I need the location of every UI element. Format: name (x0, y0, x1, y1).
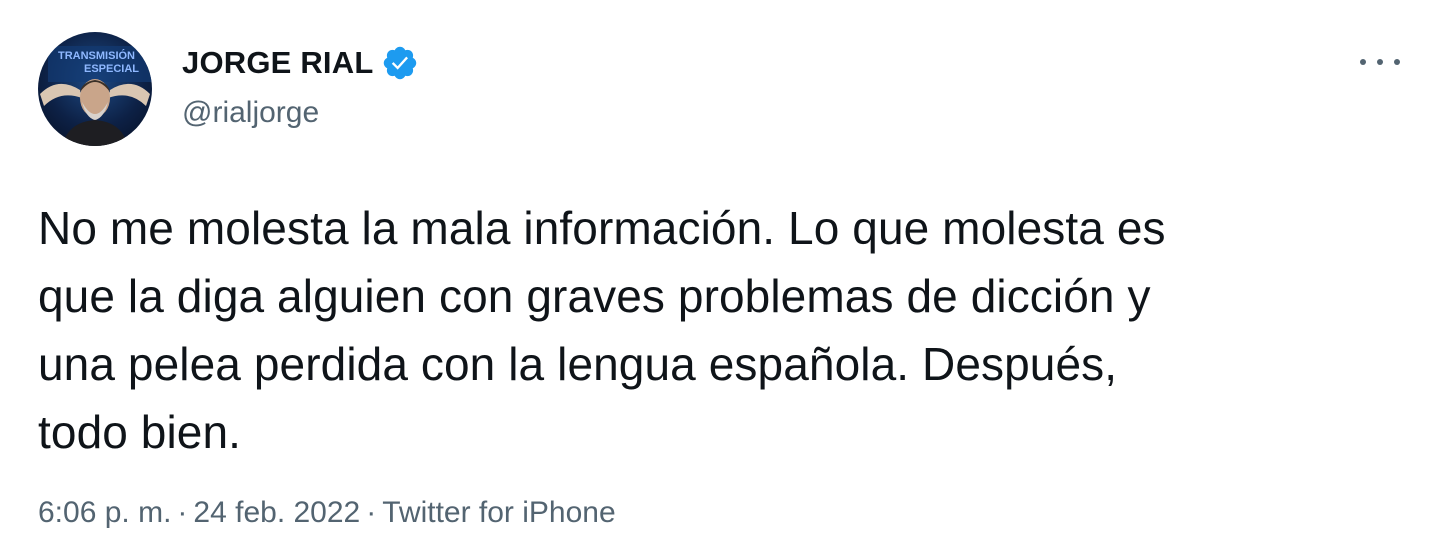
tweet-meta: 6:06 p. m. · 24 feb. 2022 · Twitter for iPho… (38, 496, 616, 530)
avatar-banner-line-2: ESPECIAL (84, 63, 139, 75)
tweet-card: TRANSMISIÓN ESPECIAL JORGE RIAL @rialjor… (0, 0, 1440, 538)
tweet-time-link[interactable]: 6:06 p. m. · 24 feb. 2022 (38, 496, 360, 529)
tweet-source-link[interactable]: Twitter for iPhone (382, 496, 615, 529)
tweet-text-line: todo bien. (38, 406, 242, 458)
author-name-row[interactable]: JORGE RIAL (182, 44, 419, 82)
tweet-time: 6:06 p. m. (38, 496, 172, 529)
more-dot (1394, 59, 1400, 65)
verified-badge-icon (381, 44, 419, 82)
tweet-text-line: una pelea perdida con la lengua española… (38, 338, 1118, 390)
meta-separator: · (177, 496, 188, 529)
more-dot (1360, 59, 1366, 65)
tweet-text-line: que la diga alguien con graves problemas… (38, 270, 1151, 322)
tweet-text-line: No me molesta la mala información. Lo qu… (38, 202, 1166, 254)
tweet-date: 24 feb. 2022 (193, 496, 361, 529)
tweet-text: No me molesta la mala información. Lo qu… (38, 194, 1408, 466)
avatar-image: TRANSMISIÓN ESPECIAL (40, 46, 152, 146)
more-options-icon[interactable] (1360, 50, 1400, 74)
meta-separator: · (366, 496, 377, 529)
author-handle[interactable]: @rialjorge (182, 96, 319, 130)
more-dot (1377, 59, 1383, 65)
avatar-banner-line-1: TRANSMISIÓN (58, 49, 135, 62)
author-display-name[interactable]: JORGE RIAL (182, 45, 373, 81)
author-avatar[interactable]: TRANSMISIÓN ESPECIAL (38, 32, 152, 146)
